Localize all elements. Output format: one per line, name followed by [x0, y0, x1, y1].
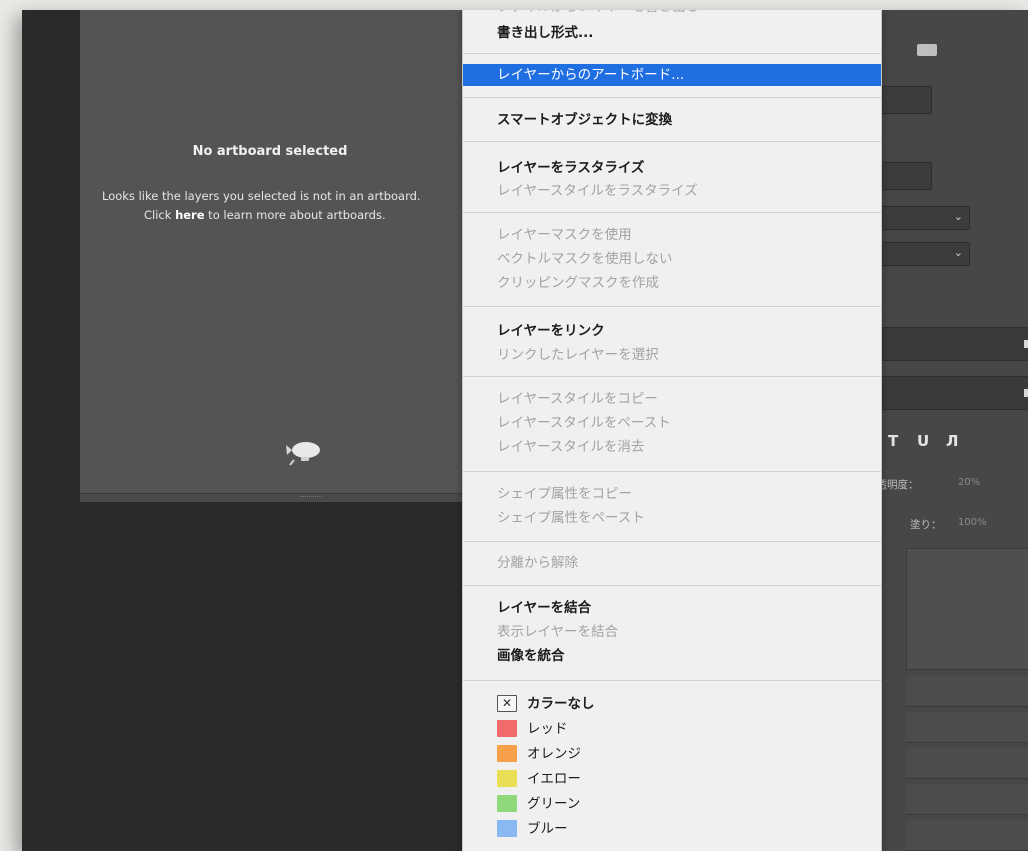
no-artboard-title: No artboard selected — [192, 144, 348, 159]
panel-icon — [917, 44, 937, 56]
layer-context-menu: ファイルからレイヤーを書き出し 書き出し形式... レイヤーからのアートボード.… — [462, 10, 882, 851]
menu-item-color-blue[interactable]: ブルー — [463, 818, 881, 840]
panel-menu-icon[interactable] — [1024, 340, 1028, 348]
fill-value[interactable]: 100% — [958, 517, 987, 528]
menu-item-color-yellow[interactable]: イエロー — [463, 768, 881, 790]
chevron-down-icon: ⌄ — [953, 246, 963, 259]
yellow-swatch-icon — [497, 769, 517, 787]
menu-separator — [463, 53, 881, 54]
menu-separator — [463, 541, 881, 542]
fill-label: 塗り： — [910, 519, 942, 531]
menu-separator — [463, 306, 881, 307]
layer-thumbnail-area — [906, 548, 1028, 670]
blue-swatch-icon — [497, 819, 517, 837]
red-swatch-icon — [497, 719, 517, 737]
menu-separator — [463, 97, 881, 98]
menu-item-clipping-mask[interactable]: クリッピングマスクを作成 — [463, 272, 881, 294]
menu-item-use-layer-mask[interactable]: レイヤーマスクを使用 — [463, 224, 881, 246]
menu-item-flatten-image[interactable]: 画像を統合 — [463, 645, 881, 667]
properties-panel: ⌄ ⌄ ● T U Л 不透明度： 20% 塗り： 100% — [860, 10, 1028, 851]
menu-item-disable-vector-mask[interactable]: ベクトルマスクを使用しない — [463, 248, 881, 270]
menu-item-color-none[interactable]: ✕ カラーなし — [463, 693, 881, 715]
menu-item-color-green[interactable]: グリーン — [463, 793, 881, 815]
menu-item-color-red[interactable]: レッド — [463, 718, 881, 740]
menu-item-select-linked[interactable]: リンクしたレイヤーを選択 — [463, 344, 881, 366]
layer-row[interactable] — [906, 712, 1028, 743]
color-label: カラーなし — [527, 696, 595, 712]
orange-swatch-icon — [497, 744, 517, 762]
menu-item-color-orange[interactable]: オレンジ — [463, 743, 881, 765]
menu-item-convert-smart-object[interactable]: スマートオブジェクトに変換 — [463, 109, 881, 131]
menu-separator — [463, 141, 881, 142]
layers-header[interactable] — [862, 327, 1028, 361]
menu-item-clear-style[interactable]: レイヤースタイルを消去 — [463, 436, 881, 458]
menu-item-merge-layers[interactable]: レイヤーを結合 — [463, 597, 881, 619]
menu-item-copy-style[interactable]: レイヤースタイルをコピー — [463, 388, 881, 410]
green-swatch-icon — [497, 794, 517, 812]
menu-item-paste-shape-attr[interactable]: シェイプ属性をペースト — [463, 507, 881, 529]
filter-tools: ● T U Л — [862, 428, 1028, 456]
menu-item-rasterize-layer[interactable]: レイヤーをラスタライズ — [463, 157, 881, 179]
menu-item-copy-shape-attr[interactable]: シェイプ属性をコピー — [463, 483, 881, 505]
artboard-message: Looks like the layers you selected is no… — [102, 189, 421, 203]
photoshop-window: No artboard selected Looks like the laye… — [22, 10, 1028, 851]
menu-item-release-isolation[interactable]: 分離から解除 — [463, 552, 881, 574]
layer-row[interactable] — [906, 820, 1028, 851]
menu-separator — [463, 212, 881, 213]
filter-header[interactable] — [862, 376, 1028, 410]
layer-row[interactable] — [906, 676, 1028, 707]
type-filter-icon[interactable]: T — [888, 432, 898, 450]
menu-item-link-layers[interactable]: レイヤーをリンク — [463, 320, 881, 342]
menu-item-artboard-from-layers[interactable]: レイヤーからのアートボード... — [463, 64, 881, 86]
menu-separator — [463, 471, 881, 472]
menu-item-export-as[interactable]: 書き出し形式... — [463, 22, 881, 44]
layer-row[interactable] — [906, 784, 1028, 815]
chevron-down-icon: ⌄ — [953, 210, 963, 223]
resize-grip[interactable] — [300, 496, 322, 500]
color-label: イエロー — [527, 771, 581, 787]
menu-separator — [463, 680, 881, 681]
menu-item-rasterize-style[interactable]: レイヤースタイルをラスタライズ — [463, 180, 881, 202]
menu-separator — [463, 376, 881, 377]
color-label: グリーン — [527, 796, 581, 812]
color-label: オレンジ — [527, 746, 581, 762]
color-label: ブルー — [527, 821, 568, 837]
menu-separator — [463, 585, 881, 586]
artboard-panel: No artboard selected Looks like the laye… — [80, 10, 522, 502]
help-suffix: to learn more about artboards. — [204, 208, 386, 222]
learn-more-link[interactable]: here — [175, 208, 204, 222]
menu-item-paste-style[interactable]: レイヤースタイルをペースト — [463, 412, 881, 434]
color-label: レッド — [527, 721, 568, 737]
menu-item-merge-visible[interactable]: 表示レイヤーを結合 — [463, 621, 881, 643]
no-color-x-icon: ✕ — [497, 694, 517, 712]
panel-menu-icon[interactable] — [1024, 389, 1028, 397]
opacity-value[interactable]: 20% — [958, 477, 980, 488]
help-prefix: Click — [144, 208, 176, 222]
artboard-help-text: Click here to learn more about artboards… — [144, 208, 386, 222]
layer-row[interactable] — [906, 748, 1028, 779]
shape-filter-icon[interactable]: U — [917, 432, 929, 450]
zeppelin-icon — [286, 442, 320, 466]
artboard-bottom-strip — [80, 493, 522, 502]
smart-object-filter-icon[interactable]: Л — [946, 432, 958, 450]
menu-item-export-layers-partial[interactable]: ファイルからレイヤーを書き出し — [463, 10, 881, 18]
